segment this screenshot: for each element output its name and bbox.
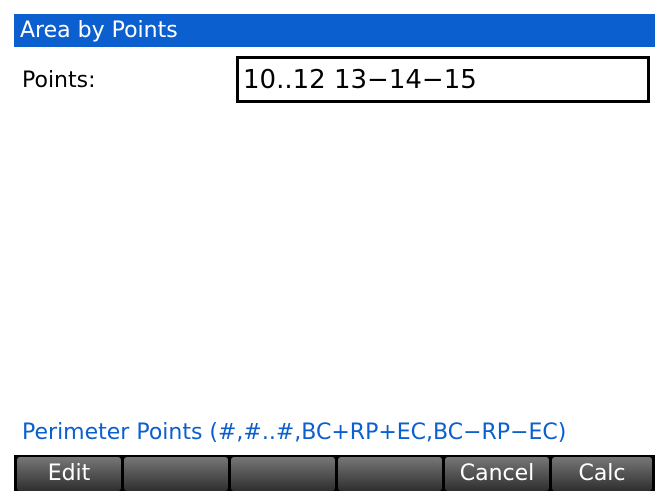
help-text: Perimeter Points (#,#..#,BC+RP+EC,BC−RP−… [22, 420, 567, 445]
edit-softkey[interactable]: Edit [17, 457, 121, 491]
softkey-bar: Edit Cancel Calc [14, 455, 655, 491]
softkey-3[interactable] [231, 457, 335, 491]
points-input[interactable] [236, 56, 650, 103]
points-label: Points: [22, 68, 96, 93]
title-bar: Area by Points [14, 14, 655, 47]
calculator-screen: Area by Points Points: Perimeter Points … [14, 14, 655, 491]
softkey-4[interactable] [338, 457, 442, 491]
calc-softkey[interactable]: Calc [552, 457, 652, 491]
cancel-softkey[interactable]: Cancel [445, 457, 549, 491]
softkey-2[interactable] [124, 457, 228, 491]
